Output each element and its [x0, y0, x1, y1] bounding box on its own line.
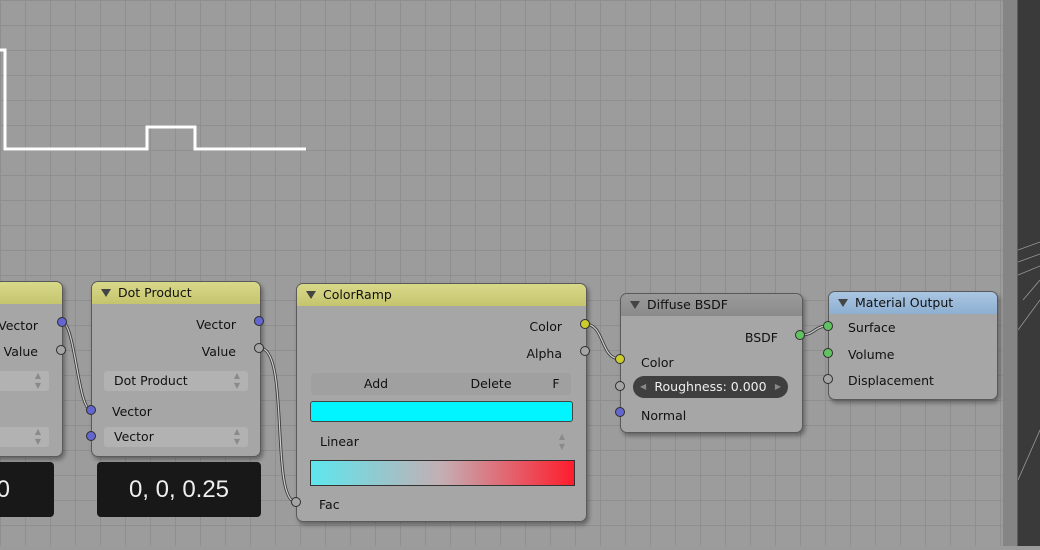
color-ramp-delete-button[interactable]: Delete	[441, 373, 541, 395]
material-output-input-volume: Volume	[848, 347, 895, 362]
partial-value-display: .0	[0, 462, 54, 517]
color-ramp-input-fac: Fac	[319, 497, 340, 512]
partial-vector-field[interactable]: ▲ ▼	[0, 427, 49, 447]
dot-product-operation-dropdown[interactable]: Dot Product ▲ ▼	[104, 371, 248, 391]
dot-product-vector-input-socket-2[interactable]	[86, 431, 96, 441]
material-output-input-surface: Surface	[848, 320, 896, 335]
diffuse-bsdf-normal-input-socket[interactable]	[615, 407, 625, 417]
color-ramp-header[interactable]: ColorRamp	[297, 284, 586, 306]
dot-product-vector-field[interactable]: Vector ▲ ▼	[104, 427, 248, 447]
diffuse-bsdf-input-color: Color	[641, 355, 674, 370]
dropdown-arrows-icon: ▲ ▼	[233, 371, 240, 390]
dot-product-output-value: Value	[201, 344, 236, 359]
color-ramp-color-output-socket[interactable]	[580, 319, 590, 329]
dot-product-input-vector-1: Vector	[112, 404, 152, 419]
dropdown-arrows-icon: ▲ ▼	[34, 427, 41, 446]
partial-operation-dropdown[interactable]: ▲ ▼	[0, 371, 49, 391]
partial-node[interactable]: Vector Value ▲ ▼ ▲ ▼	[0, 281, 63, 457]
dot-product-value-display: 0, 0, 0.25	[97, 462, 261, 517]
diffuse-bsdf-roughness-input-socket[interactable]	[615, 381, 625, 391]
dot-product-title: Dot Product	[118, 285, 192, 300]
color-ramp-interpolation-label: Linear	[320, 434, 359, 449]
dropdown-arrows-icon: ▲ ▼	[233, 427, 240, 446]
diffuse-bsdf-output-socket[interactable]	[795, 330, 805, 340]
collapse-triangle-icon[interactable]	[101, 289, 111, 297]
partial-value-output-socket[interactable]	[56, 345, 66, 355]
dot-product-value-output-socket[interactable]	[254, 343, 264, 353]
color-ramp-interpolation-dropdown[interactable]: Linear ▲ ▼	[310, 432, 573, 452]
diffuse-bsdf-color-input-socket[interactable]	[615, 354, 625, 364]
dot-product-header[interactable]: Dot Product	[92, 282, 260, 304]
color-ramp-node[interactable]: ColorRamp Color Alpha Add Delete F Linea…	[296, 283, 587, 522]
roughness-label: Roughness: 0.000	[654, 379, 767, 394]
increase-arrow-icon[interactable]: ▶	[775, 376, 781, 398]
dropdown-arrows-icon: ▲ ▼	[34, 371, 41, 390]
material-output-title: Material Output	[855, 295, 954, 310]
right-side-panel	[1003, 0, 1040, 546]
material-output-displacement-socket[interactable]	[823, 374, 833, 384]
dot-product-vector-output-socket[interactable]	[254, 316, 264, 326]
material-output-header[interactable]: Material Output	[829, 292, 997, 314]
viewport-edge	[1017, 0, 1040, 546]
dot-product-node[interactable]: Dot Product Vector Value Dot Product ▲ ▼ …	[91, 281, 261, 457]
color-ramp-output-alpha: Alpha	[526, 346, 562, 361]
viewport-wireframe-lines	[1017, 241, 1040, 481]
dot-product-input-vector-2: Vector	[114, 429, 154, 444]
partial-output-value: Value	[3, 344, 38, 359]
dot-product-operation-label: Dot Product	[114, 373, 188, 388]
color-ramp-output-color: Color	[529, 319, 562, 334]
material-output-node[interactable]: Material Output Surface Volume Displacem…	[828, 291, 998, 400]
decrease-arrow-icon[interactable]: ◀	[640, 376, 646, 398]
link-value-to-fac	[259, 346, 297, 504]
partial-vector-output-socket[interactable]	[57, 317, 67, 327]
material-output-volume-socket[interactable]	[823, 348, 833, 358]
diffuse-bsdf-header[interactable]: Diffuse BSDF	[621, 294, 802, 316]
color-ramp-flip-button[interactable]: F	[541, 373, 571, 395]
diffuse-bsdf-title: Diffuse BSDF	[647, 297, 728, 312]
collapse-triangle-icon[interactable]	[838, 299, 848, 307]
collapse-triangle-icon[interactable]	[630, 301, 640, 309]
color-ramp-add-button[interactable]: Add	[311, 373, 441, 395]
diffuse-bsdf-input-normal: Normal	[641, 408, 687, 423]
diffuse-bsdf-roughness-slider[interactable]: ◀ Roughness: 0.000 ▶	[633, 376, 788, 398]
color-ramp-alpha-output-socket[interactable]	[580, 346, 590, 356]
diffuse-bsdf-node[interactable]: Diffuse BSDF BSDF Color ◀ Roughness: 0.0…	[620, 293, 803, 433]
collapse-triangle-icon[interactable]	[306, 291, 316, 299]
dot-product-vector-input-socket-1[interactable]	[86, 405, 96, 415]
color-ramp-title: ColorRamp	[323, 287, 392, 302]
partial-output-vector: Vector	[0, 318, 38, 333]
color-ramp-fac-input-socket[interactable]	[291, 497, 301, 507]
area-divider[interactable]	[1003, 0, 1018, 546]
partial-node-header[interactable]	[0, 282, 62, 304]
material-output-input-displacement: Displacement	[848, 373, 934, 388]
diffuse-bsdf-output-bsdf: BSDF	[744, 330, 778, 345]
color-ramp-active-color-swatch[interactable]	[310, 401, 573, 422]
dropdown-arrows-icon: ▲ ▼	[558, 432, 565, 451]
dot-product-output-vector: Vector	[196, 317, 236, 332]
color-ramp-gradient-bar[interactable]	[310, 460, 575, 486]
material-output-surface-socket[interactable]	[823, 321, 833, 331]
node-editor-canvas[interactable]: Vector Value ▲▼ ▲▼ .0 Dot Product Vector…	[0, 0, 1003, 546]
